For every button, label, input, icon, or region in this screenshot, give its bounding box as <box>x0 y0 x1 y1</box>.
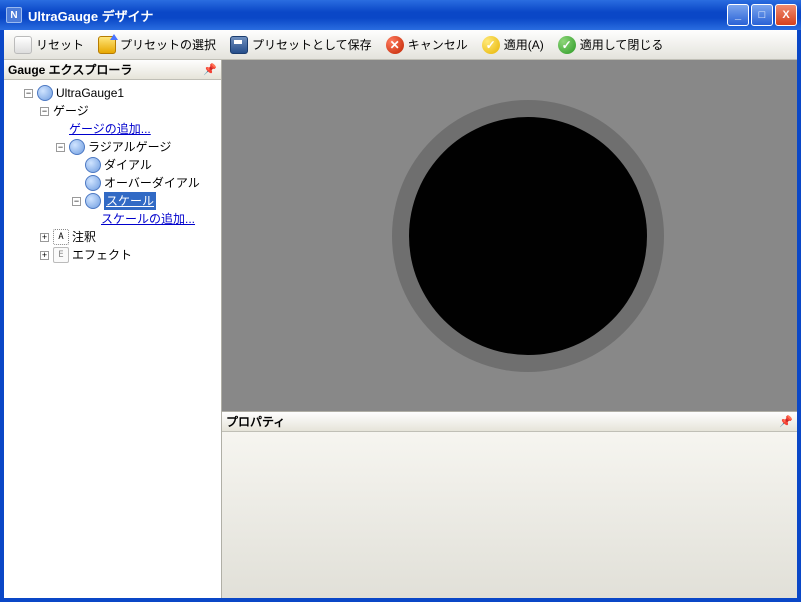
reset-icon <box>14 36 32 54</box>
gauge-preview <box>222 60 797 412</box>
folder-open-icon <box>98 36 116 54</box>
save-preset-button[interactable]: プリセットとして保存 <box>224 33 378 57</box>
app-icon: N <box>6 7 22 23</box>
gauge-icon <box>85 193 101 209</box>
text-icon: A <box>53 229 69 245</box>
window-title: UltraGauge デザイナ <box>28 6 153 25</box>
tree-node-root[interactable]: − UltraGauge1 <box>6 84 219 102</box>
tree-node-add-scale[interactable]: スケールの追加... <box>6 210 219 228</box>
tree-label: オーバーダイアル <box>104 174 200 192</box>
window-minimize-button[interactable]: _ <box>727 4 749 26</box>
gauge-icon <box>85 157 101 173</box>
effect-icon: E <box>53 247 69 263</box>
expand-toggle-icon[interactable]: − <box>56 143 65 152</box>
gauge-icon <box>37 85 53 101</box>
explorer-header: Gauge エクスプローラ 📌 <box>4 60 221 80</box>
tree-node-gauges[interactable]: − ゲージ <box>6 102 219 120</box>
save-preset-label: プリセットとして保存 <box>252 36 372 53</box>
tree-label: スケール <box>104 192 156 210</box>
gauge-rim <box>392 100 664 372</box>
window-maximize-button[interactable]: □ <box>751 4 773 26</box>
tree-node-overdial[interactable]: オーバーダイアル <box>6 174 219 192</box>
spacer-icon <box>56 125 65 134</box>
cancel-icon: ✕ <box>386 36 404 54</box>
properties-body[interactable] <box>222 432 797 598</box>
cancel-button[interactable]: ✕ キャンセル <box>380 33 474 57</box>
save-icon <box>230 36 248 54</box>
titlebar: N UltraGauge デザイナ _ □ X <box>0 0 801 30</box>
spacer-icon <box>88 215 97 224</box>
tree-label: ゲージ <box>53 102 89 120</box>
tree-label: UltraGauge1 <box>56 84 124 102</box>
right-panel: プロパティ 📌 <box>222 60 797 598</box>
tree-label: ラジアルゲージ <box>88 138 171 156</box>
tree-node-add-gauge[interactable]: ゲージの追加... <box>6 120 219 138</box>
apply-icon: ✓ <box>482 36 500 54</box>
gauge-face <box>409 117 647 355</box>
expand-toggle-icon[interactable]: − <box>40 107 49 116</box>
tree-node-scale[interactable]: − スケール <box>6 192 219 210</box>
tree-label: 注釈 <box>72 228 96 246</box>
tree-node-effects[interactable]: + E エフェクト <box>6 246 219 264</box>
window-close-button[interactable]: X <box>775 4 797 26</box>
explorer-title: Gauge エクスプローラ <box>8 61 132 78</box>
apply-label: 適用(A) <box>504 36 544 53</box>
reset-label: リセット <box>36 36 84 53</box>
apply-close-icon: ✓ <box>558 36 576 54</box>
toolbar: リセット プリセットの選択 プリセットとして保存 ✕ キャンセル ✓ 適用(A)… <box>4 30 797 60</box>
tree-label: ダイアル <box>104 156 152 174</box>
properties-header: プロパティ 📌 <box>222 412 797 432</box>
explorer-panel: Gauge エクスプローラ 📌 − UltraGauge1 − ゲージ ゲージの… <box>4 60 222 598</box>
tree-node-dial[interactable]: ダイアル <box>6 156 219 174</box>
tree-label[interactable]: ゲージの追加... <box>69 120 151 138</box>
spacer-icon <box>72 179 81 188</box>
apply-button[interactable]: ✓ 適用(A) <box>476 33 550 57</box>
properties-title: プロパティ <box>226 413 285 430</box>
reset-button[interactable]: リセット <box>8 33 90 57</box>
expand-toggle-icon[interactable]: + <box>40 251 49 260</box>
gauge-icon <box>85 175 101 191</box>
gauge-icon <box>69 139 85 155</box>
tree[interactable]: − UltraGauge1 − ゲージ ゲージの追加... − ラジアルゲージ <box>4 80 221 598</box>
cancel-label: キャンセル <box>408 36 468 53</box>
pin-icon[interactable]: 📌 <box>779 414 793 428</box>
apply-and-close-button[interactable]: ✓ 適用して閉じる <box>552 33 670 57</box>
open-preset-label: プリセットの選択 <box>120 36 216 53</box>
tree-node-radial[interactable]: − ラジアルゲージ <box>6 138 219 156</box>
spacer-icon <box>72 161 81 170</box>
tree-label[interactable]: スケールの追加... <box>101 210 195 228</box>
tree-label: エフェクト <box>72 246 132 264</box>
open-preset-button[interactable]: プリセットの選択 <box>92 33 222 57</box>
properties-panel: プロパティ 📌 <box>222 412 797 598</box>
tree-node-annotations[interactable]: + A 注釈 <box>6 228 219 246</box>
pin-icon[interactable]: 📌 <box>203 62 217 76</box>
apply-close-label: 適用して閉じる <box>580 36 664 53</box>
window-controls: _ □ X <box>727 4 797 26</box>
client-area: リセット プリセットの選択 プリセットとして保存 ✕ キャンセル ✓ 適用(A)… <box>0 30 801 602</box>
expand-toggle-icon[interactable]: − <box>72 197 81 206</box>
expand-toggle-icon[interactable]: + <box>40 233 49 242</box>
expand-toggle-icon[interactable]: − <box>24 89 33 98</box>
